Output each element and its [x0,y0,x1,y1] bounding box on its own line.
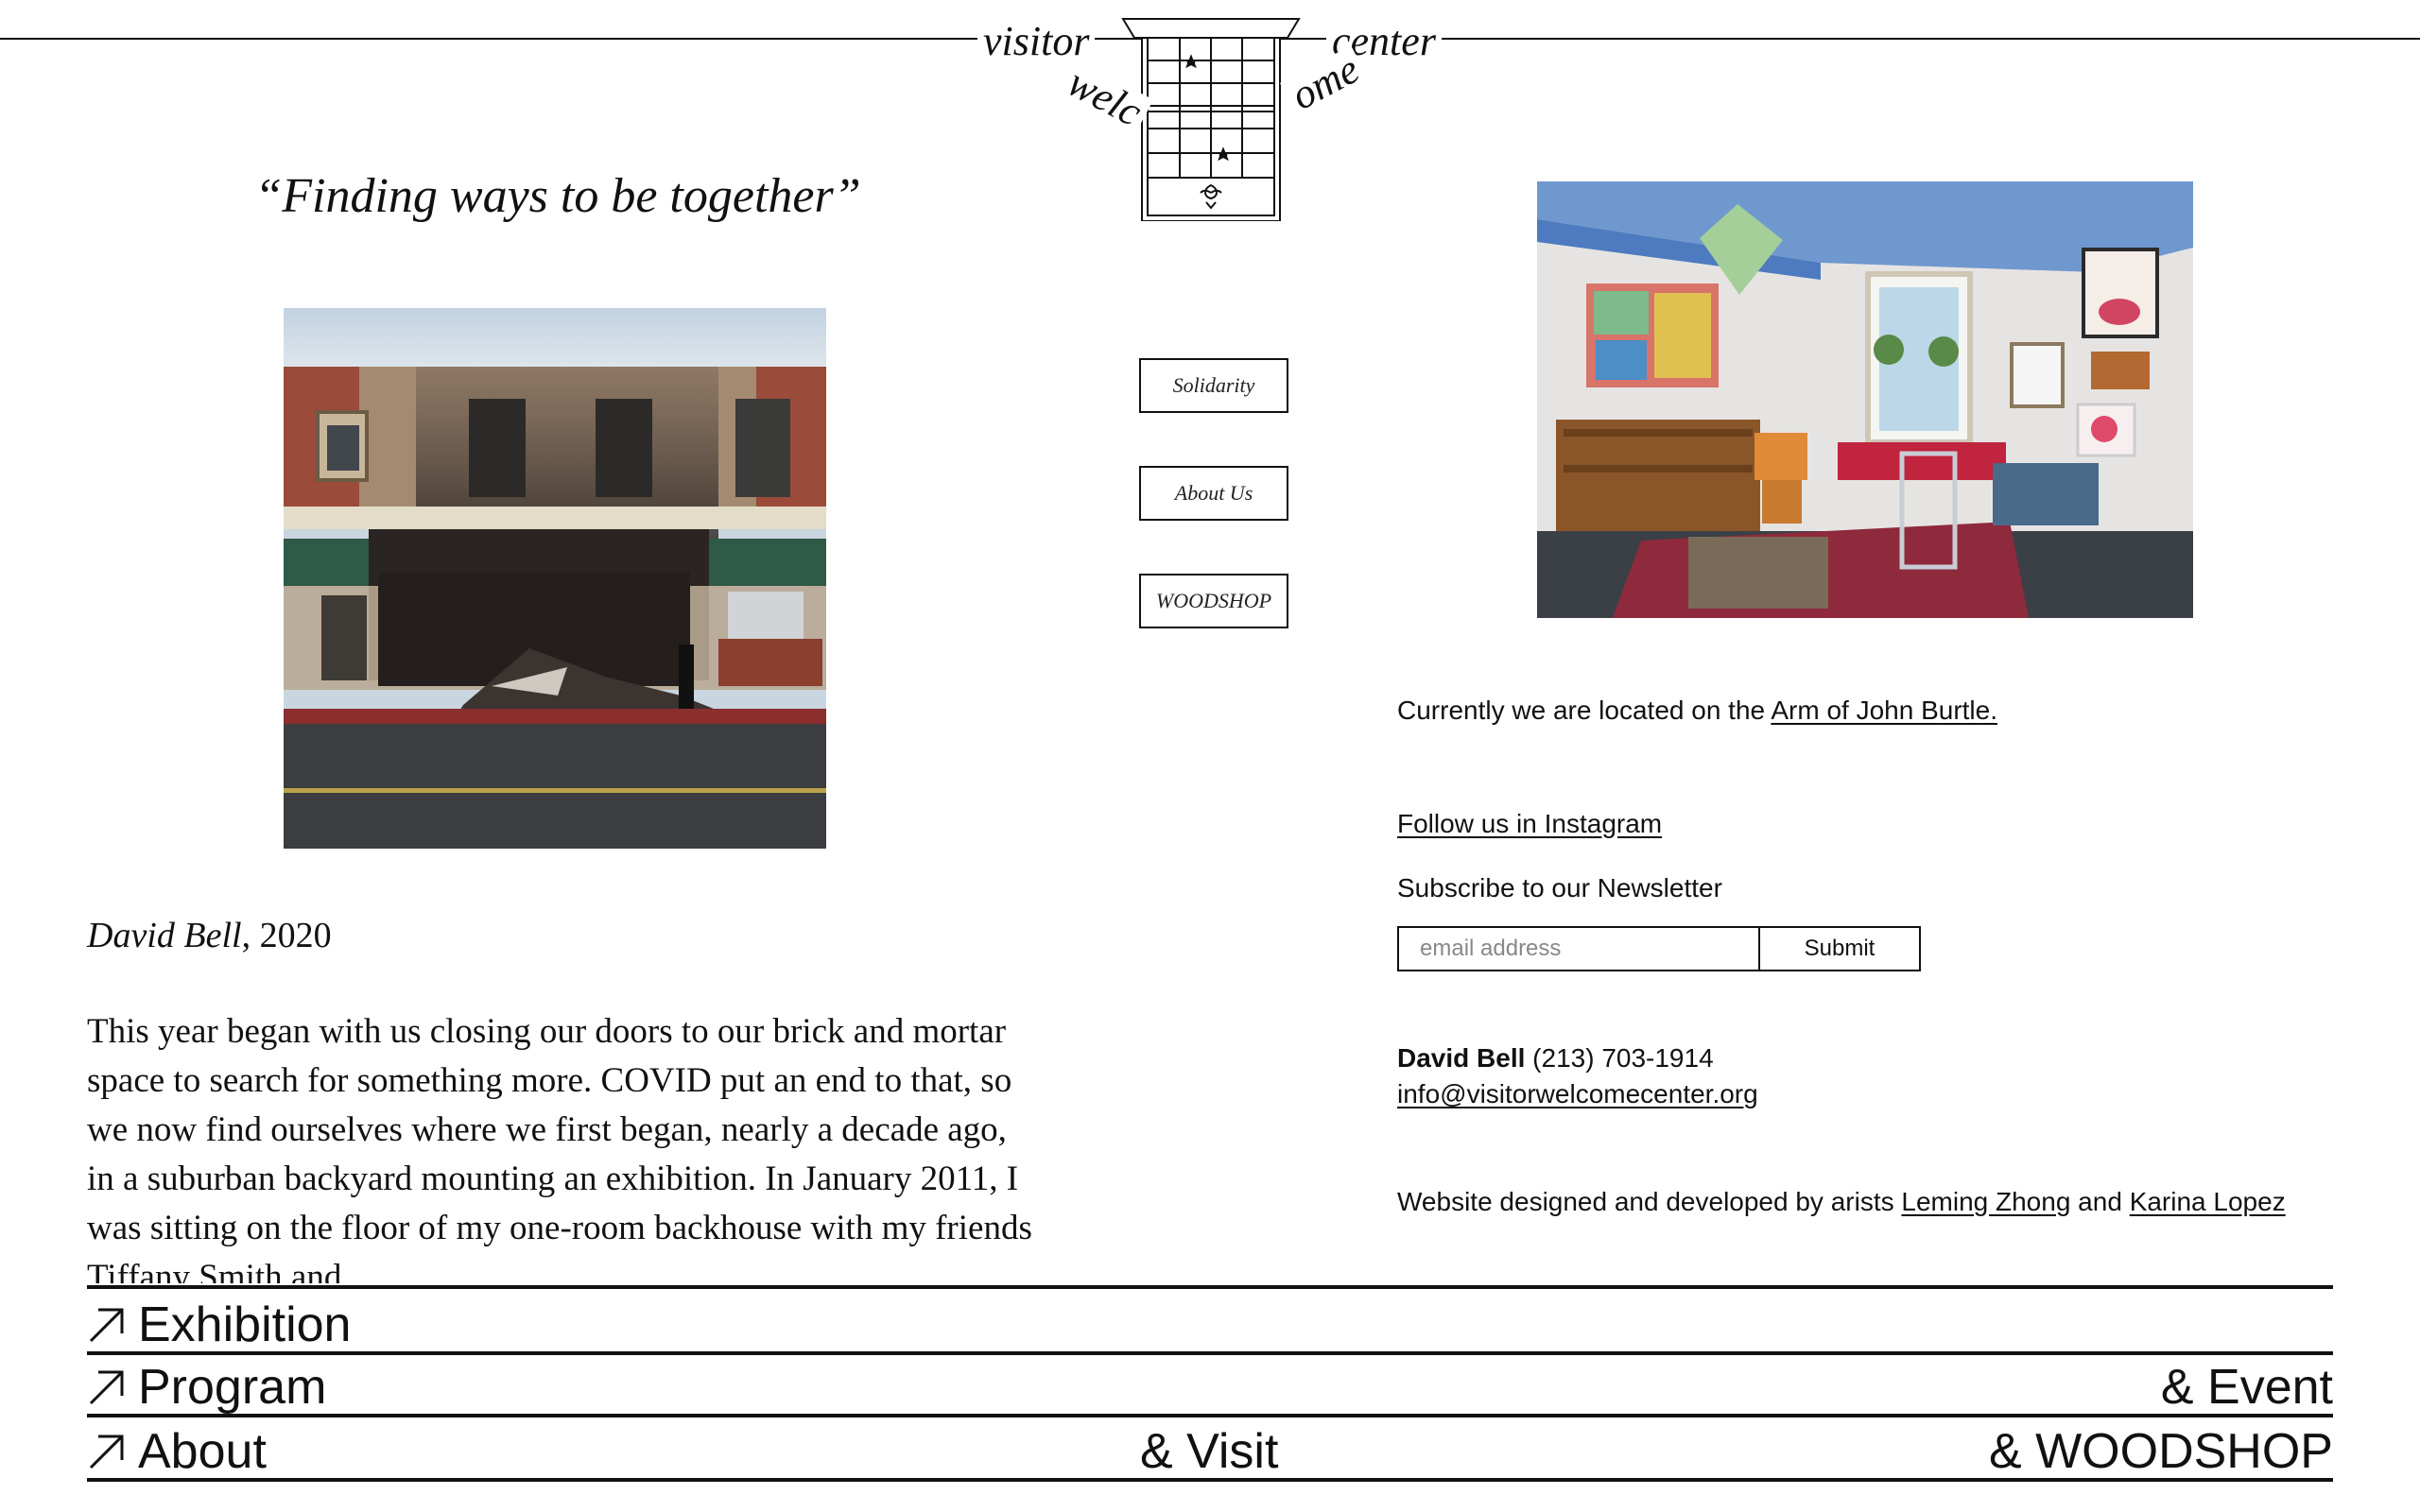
caption-year: , 2020 [241,916,332,955]
nav-about[interactable]: About [87,1427,267,1476]
email-address-input[interactable] [1397,926,1758,971]
contact-line: David Bell (213) 703-1914 [1397,1043,1714,1074]
arrow-up-right-icon [89,1435,124,1469]
submit-button[interactable]: Submit [1758,926,1921,971]
nav-divider [87,1285,2333,1289]
nav-exhibition-label: Exhibition [138,1297,352,1352]
visitor-welcome-center-logo[interactable]: visitor center welc ome [964,0,1456,227]
nav-woodshop[interactable]: & WOODSHOP [1989,1427,2333,1476]
contact-email-link[interactable]: info@visitorwelcomecenter.org [1397,1079,1758,1108]
credits-prefix: Website designed and developed by arists [1397,1187,1902,1216]
photo-caption: David Bell, 2020 [87,915,332,956]
credits-and: and [2070,1187,2130,1216]
nav-about-label: About [138,1424,267,1479]
about-us-button[interactable]: About Us [1139,466,1288,521]
instagram-link[interactable]: Follow us in Instagram [1397,809,1662,838]
contact-phone: (213) 703-1914 [1525,1043,1714,1073]
newsletter-form: Submit [1397,926,1921,971]
nav-event[interactable]: & Event [2161,1363,2333,1412]
story-scroll-area[interactable]: This year began with us closing our door… [87,1007,1032,1283]
nav-divider [87,1414,2333,1418]
woodshop-button[interactable]: WOODSHOP [1139,574,1288,628]
story-text: This year began with us closing our door… [87,1012,1032,1283]
designer-link-karina-lopez[interactable]: Karina Lopez [2130,1187,2286,1216]
nav-divider [87,1351,2333,1355]
newsletter-label: Subscribe to our Newsletter [1397,873,1722,902]
burned-building-photo [284,308,826,849]
location-link[interactable]: Arm of John Burtle. [1771,696,1997,725]
contact-name: David Bell [1397,1043,1526,1073]
bottom-navigation: Exhibition Program & Event About & Visit… [87,1285,2333,1512]
location-prefix: Currently we are located on the [1397,696,1772,725]
nav-program[interactable]: Program [87,1363,326,1412]
location-text: Currently we are located on the Arm of J… [1397,696,1997,726]
logo-word-visitor: visitor [977,21,1096,62]
page-quote: “Finding ways to be together” [254,169,861,223]
site-credits: Website designed and developed by arists… [1397,1187,2286,1217]
solidarity-button[interactable]: Solidarity [1139,358,1288,413]
arrow-up-right-icon [89,1370,124,1405]
nav-visit[interactable]: & Visit [1140,1427,1278,1476]
arrow-up-right-icon [89,1308,124,1343]
nav-program-label: Program [138,1360,327,1415]
instagram-row: Follow us in Instagram [1397,809,1662,839]
gallery-room-photo [1537,181,2193,618]
nav-exhibition[interactable]: Exhibition [87,1300,351,1349]
caption-artist-name: David Bell [87,916,242,955]
contact-email-row: info@visitorwelcomecenter.org [1397,1079,1758,1109]
designer-link-leming-zhong[interactable]: Leming Zhong [1901,1187,2070,1216]
window-building-logo-icon [1121,18,1301,221]
